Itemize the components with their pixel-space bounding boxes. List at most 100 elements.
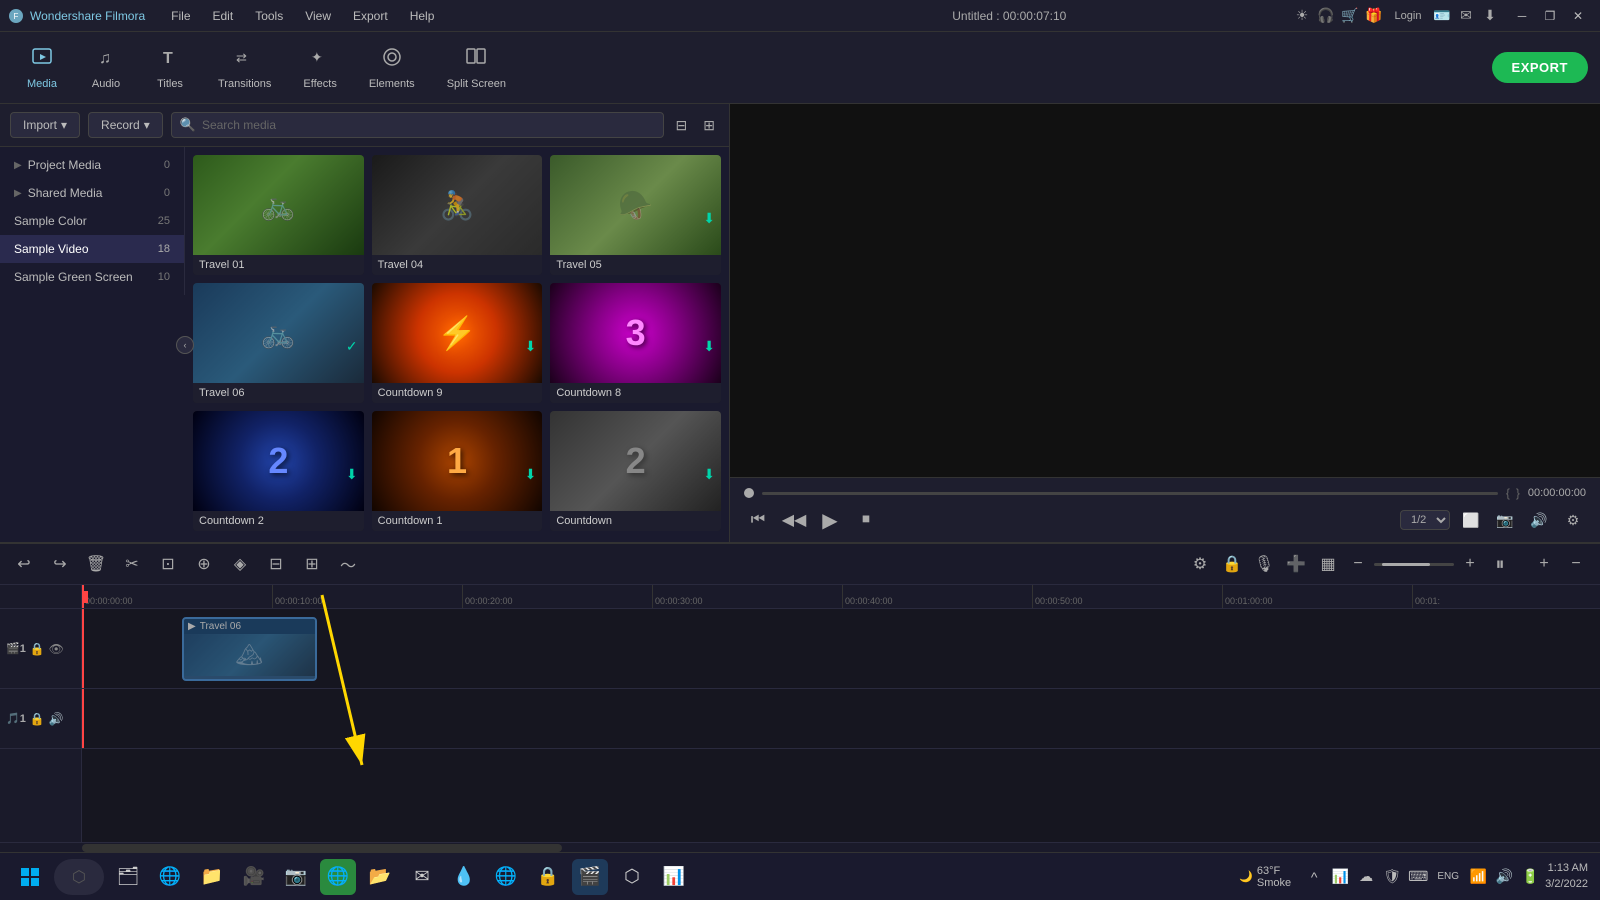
add-track-row-button[interactable]: + [1530, 550, 1558, 578]
gift-icon[interactable]: 🎁 [1364, 6, 1384, 26]
list-item[interactable]: 🚲 Travel 01 [193, 155, 364, 275]
fullscreen-button[interactable]: ⬜ [1458, 507, 1484, 533]
list-item[interactable]: 2 ⬇ Countdown [550, 411, 721, 531]
menu-edit[interactable]: Edit [203, 5, 244, 27]
skip-back-button[interactable]: ⏮ [744, 506, 772, 534]
taskbar-security[interactable]: 🔒 [530, 859, 566, 895]
volume-button[interactable]: 🔊 [1526, 507, 1552, 533]
taskbar-folder[interactable]: 📂 [362, 859, 398, 895]
timeline-playhead[interactable] [82, 585, 84, 608]
split-button[interactable]: ⊟ [262, 550, 290, 578]
sidebar-item-project-media[interactable]: ▶ Project Media 0 [0, 151, 184, 179]
magnetic-button[interactable]: 🔒 [1218, 550, 1246, 578]
taskbar-files[interactable]: 📁 [194, 859, 230, 895]
audio-track-lock-icon[interactable]: 🔒 [30, 712, 45, 726]
brightness-icon[interactable]: ☀ [1292, 6, 1312, 26]
stop-button[interactable]: ⏹ [852, 506, 880, 534]
close-button[interactable]: ✕ [1564, 2, 1592, 30]
track-lock-icon[interactable]: 🔒 [30, 642, 45, 656]
play-reverse-button[interactable]: ◀◀ [780, 506, 808, 534]
menu-view[interactable]: View [295, 5, 341, 27]
login-icon[interactable]: Login [1388, 6, 1428, 26]
extend-button[interactable]: ⊞ [298, 550, 326, 578]
toolbar-titles[interactable]: T Titles [140, 38, 200, 98]
audio-track-volume-icon[interactable]: 🔊 [49, 712, 64, 726]
list-item[interactable]: 1 ⬇ Countdown 1 [372, 411, 543, 531]
sidebar-collapse-button[interactable]: ‹ [176, 336, 194, 354]
timeline-tracks[interactable]: 00:00:00:00 00:00:10:00 00:00:20:00 00:0… [82, 585, 1600, 842]
language-icon[interactable]: ENG [1433, 866, 1463, 888]
list-item[interactable]: 🪖 ⬇ Travel 05 [550, 155, 721, 275]
security-sys-icon[interactable]: 🛡 [1381, 866, 1403, 888]
timeline-horizontal-scrollbar[interactable] [82, 844, 562, 852]
toolbar-split-screen[interactable]: Split Screen [433, 38, 520, 98]
list-item[interactable]: ⚡ ⬇ Countdown 9 [372, 283, 543, 403]
search-button[interactable]: ⬡ [54, 859, 104, 895]
cut-button[interactable]: ✂ [118, 550, 146, 578]
play-button[interactable]: ▶ [816, 506, 844, 534]
zoom-slider[interactable] [1374, 563, 1454, 566]
add-track-button[interactable]: ➕ [1282, 550, 1310, 578]
undo-button[interactable]: ↩ [10, 550, 38, 578]
export-button[interactable]: EXPORT [1492, 52, 1588, 83]
mark-button[interactable]: ◈ [226, 550, 254, 578]
list-item[interactable]: 3 ⬇ Countdown 8 [550, 283, 721, 403]
snapshot-button[interactable]: 📷 [1492, 507, 1518, 533]
taskbar-browser1[interactable]: 🌐 [152, 859, 188, 895]
task-manager-icon[interactable]: 📊 [1329, 866, 1351, 888]
cart-icon[interactable]: 🛒 [1340, 6, 1360, 26]
menu-help[interactable]: Help [400, 5, 445, 27]
sidebar-item-sample-video[interactable]: Sample Video 18 [0, 235, 184, 263]
taskbar-chrome[interactable]: 🌐 [320, 859, 356, 895]
keyboard-icon[interactable]: ⌨ [1407, 866, 1429, 888]
menu-export[interactable]: Export [343, 5, 398, 27]
toolbar-audio[interactable]: ♫ Audio [76, 38, 136, 98]
timeline-settings-button[interactable]: ⚙ [1186, 550, 1214, 578]
delete-button[interactable]: 🗑 [82, 550, 110, 578]
toolbar-effects[interactable]: ✦ Effects [289, 38, 350, 98]
taskbar-app2[interactable]: ⬡ [614, 859, 650, 895]
maximize-button[interactable]: ❐ [1536, 2, 1564, 30]
toolbar-media[interactable]: Media [12, 38, 72, 98]
grid-view-icon[interactable]: ⊞ [699, 115, 719, 136]
volume-sys-icon[interactable]: 🔊 [1493, 866, 1515, 888]
record-button[interactable]: Record ▾ [88, 112, 163, 138]
headset-icon[interactable]: 🎧 [1316, 6, 1336, 26]
layout-button[interactable]: ▦ [1314, 550, 1342, 578]
taskbar-photo[interactable]: 📷 [278, 859, 314, 895]
task-view-button[interactable]: 🗂 [110, 859, 146, 895]
track-eye-icon[interactable]: 👁 [49, 642, 64, 656]
mail-icon[interactable]: ✉ [1456, 6, 1476, 26]
sidebar-item-shared-media[interactable]: ▶ Shared Media 0 [0, 179, 184, 207]
toolbar-elements[interactable]: Elements [355, 38, 429, 98]
import-button[interactable]: Import ▾ [10, 112, 80, 138]
start-button[interactable] [12, 859, 48, 895]
taskbar-camera[interactable]: 🎥 [236, 859, 272, 895]
timeline-pause-button[interactable]: ⏸ [1486, 550, 1514, 578]
system-tray-expand[interactable]: ^ [1303, 866, 1325, 888]
remove-track-row-button[interactable]: − [1562, 550, 1590, 578]
zoom-out-button[interactable]: − [1346, 552, 1370, 576]
redo-button[interactable]: ↪ [46, 550, 74, 578]
filter-icon[interactable]: ⊟ [672, 115, 692, 136]
settings-button[interactable]: ⚙ [1560, 507, 1586, 533]
battery-icon[interactable]: 🔋 [1519, 866, 1541, 888]
cloud-icon[interactable]: ☁ [1355, 866, 1377, 888]
card-icon[interactable]: 🪪 [1432, 6, 1452, 26]
search-input[interactable] [202, 118, 655, 132]
crop-button[interactable]: ⊡ [154, 550, 182, 578]
menu-file[interactable]: File [161, 5, 200, 27]
zoom-in-button[interactable]: + [1458, 552, 1482, 576]
taskbar-dropbox[interactable]: 💧 [446, 859, 482, 895]
video-clip[interactable]: ▶ Travel 06 🏔 [182, 617, 317, 681]
toolbar-transitions[interactable]: ⇄ Transitions [204, 38, 285, 98]
record-timeline-button[interactable]: 🎙 [1250, 550, 1278, 578]
sidebar-item-sample-green[interactable]: Sample Green Screen 10 [0, 263, 184, 291]
list-item[interactable]: 🚴 Travel 04 [372, 155, 543, 275]
list-item[interactable]: 2 ⬇ Countdown 2 [193, 411, 364, 531]
zoom-in-clip-button[interactable]: ⊕ [190, 550, 218, 578]
progress-track[interactable] [762, 492, 1498, 495]
progress-dot[interactable] [744, 488, 754, 498]
taskbar-browser2[interactable]: 🌐 [488, 859, 524, 895]
download-icon[interactable]: ⬇ [1480, 6, 1500, 26]
